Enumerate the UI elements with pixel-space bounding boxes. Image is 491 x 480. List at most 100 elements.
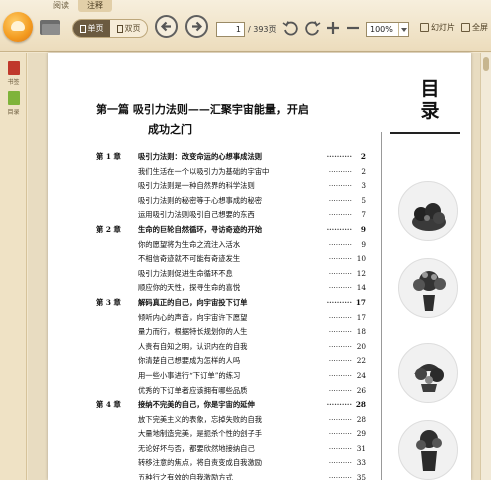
toc-leader-dots: ·········· <box>328 443 352 453</box>
toc-entry-title: 运用吸引力法则吸引自己想要的东西 <box>138 210 255 220</box>
sidebar-item-bookmarks[interactable]: 书签 <box>3 59 24 89</box>
toc-section-row[interactable]: 吸引力法则促进生命循环不息 ·········· 12 <box>96 267 366 282</box>
rotate-left-icon[interactable] <box>282 20 298 36</box>
toc-page-number: 17 <box>356 312 366 322</box>
zoom-value: 100% <box>370 25 393 34</box>
toc-leader-dots: ·········· <box>326 297 352 307</box>
page-number-input[interactable]: 1 <box>216 22 245 37</box>
fullscreen-icon <box>461 23 470 32</box>
toc-section-row[interactable]: 五种行之有效的自我激励方式 ·········· 35 <box>96 471 366 480</box>
toc-entry-title: 五种行之有效的自我激励方式 <box>138 473 233 480</box>
toc-section-row[interactable]: 优秀的下订单者应该拥有哪些品质 ·········· 26 <box>96 384 366 399</box>
toc-icon <box>7 91 20 105</box>
toc-entry-title: 吸引力法则促进生命循环不息 <box>138 268 233 278</box>
toc-section-row[interactable]: 吸引力法则是一种自然界的科学法则 ·········· 3 <box>96 179 366 194</box>
toc-chapter-row[interactable]: 第 3 章 解码真正的自己，向宇宙投下订单 ·········· 17 <box>96 296 366 311</box>
single-page-button[interactable]: 单页 <box>73 20 110 37</box>
toc-section-row[interactable]: 不相信奇迹就不可能有奇迹发生 ·········· 10 <box>96 252 366 267</box>
toc-chapter-number: 第 2 章 <box>96 224 121 234</box>
plant-illustration <box>398 420 458 480</box>
app-logo-icon[interactable] <box>3 12 33 42</box>
double-page-button[interactable]: 双页 <box>110 20 147 37</box>
toc-entry-title: 不相信奇迹就不可能有奇迹发生 <box>138 254 241 264</box>
toc-section-row[interactable]: 我们生活在一个以吸引力为基础的宇宙中 ·········· 2 <box>96 165 366 180</box>
toc-section-row[interactable]: 你的愿望将为生命之流注入活水 ·········· 9 <box>96 238 366 253</box>
toc-page-number: 28 <box>356 414 366 424</box>
toc-leader-dots: ·········· <box>328 195 352 205</box>
toc-leader-dots: ·········· <box>328 181 352 191</box>
plant-illustration <box>398 258 458 318</box>
toc-section-row[interactable]: 无论好坏与否，都要欣然地接纳自己 ·········· 31 <box>96 442 366 457</box>
part-title: 第一篇 吸引力法则——汇聚宇宙能量，开启 成功之门 <box>96 100 396 140</box>
toc-section-row[interactable]: 转移注意的焦点，将自责变成自我激励 ·········· 33 <box>96 456 366 471</box>
tab-read[interactable]: 阅读 <box>44 0 78 12</box>
toc-entry-title: 大量地制造完美，是扼杀个性的刽子手 <box>138 429 263 439</box>
fullscreen-label: 全屏 <box>472 23 488 32</box>
toc-page-number: 26 <box>356 385 366 395</box>
toc-entry-title: 人贵有自知之明，认识内在的自我 <box>138 341 248 351</box>
toc-section-row[interactable]: 顺应你的天性，探寻生命的喜悦 ·········· 14 <box>96 281 366 296</box>
toc-leader-dots: ·········· <box>328 166 352 176</box>
toc-page-number: 33 <box>356 458 366 468</box>
toc-section-row[interactable]: 用一些小事进行“下订单”的练习 ·········· 24 <box>96 369 366 384</box>
toc-section-row[interactable]: 放下完美主义的表象，忘掉失败的自我 ·········· 28 <box>96 413 366 428</box>
toc-entry-title: 倾听内心的声音，向宇宙许下愿望 <box>138 312 248 322</box>
toc-chapter-row[interactable]: 第 2 章 生命的巨轮自然循环，寻访奇迹的开始 ·········· 9 <box>96 223 366 238</box>
toc-page-number: 17 <box>355 297 366 307</box>
previous-page-button[interactable] <box>155 15 178 38</box>
toc-page-number: 10 <box>356 254 366 264</box>
toc-leader-dots: ·········· <box>328 239 352 249</box>
toc-leader-dots: ·········· <box>328 473 352 480</box>
sidebar-item-toc[interactable]: 目录 <box>3 89 24 119</box>
toc-section-row[interactable]: 量力而行，根据特长规划你的人生 ·········· 18 <box>96 325 366 340</box>
view-mode-toggle: 单页 双页 <box>72 19 148 38</box>
contents-heading-char: 目 <box>420 78 440 100</box>
toc-section-row[interactable]: 大量地制造完美，是扼杀个性的刽子手 ·········· 29 <box>96 427 366 442</box>
tab-annotate[interactable]: 注释 <box>78 0 112 12</box>
toc-entry-title: 你清楚自己想要成为怎样的人吗 <box>138 356 241 366</box>
slideshow-label: 幻灯片 <box>431 23 455 32</box>
toc-leader-dots: ·········· <box>326 400 352 410</box>
mode-tabs: 阅读 注释 <box>44 0 112 12</box>
toc-leader-dots: ·········· <box>328 429 352 439</box>
document-viewport[interactable]: 第一篇 吸引力法则——汇聚宇宙能量，开启 成功之门 目 录 第 1 章吸引力法则… <box>28 53 480 480</box>
document-page: 第一篇 吸引力法则——汇聚宇宙能量，开启 成功之门 目 录 第 1 章吸引力法则… <box>48 53 471 480</box>
rotate-right-icon[interactable] <box>305 20 321 36</box>
vertical-scrollbar[interactable] <box>480 53 491 480</box>
toc-leader-dots: ·········· <box>328 356 352 366</box>
sidebar-item-label: 书签 <box>7 79 20 86</box>
part-title-line2: 成功之门 <box>148 123 192 136</box>
left-sidebar: 书签 目录 <box>0 53 27 480</box>
toc-section-row[interactable]: 运用吸引力法则吸引自己想要的东西 ·········· 7 <box>96 208 366 223</box>
toc-chapter-row[interactable]: 第 4 章 接纳不完美的自己，你是宇宙的延伸 ·········· 28 <box>96 398 366 413</box>
zoom-select[interactable]: 100% <box>366 22 409 37</box>
toc-entry-title: 量力而行，根据特长规划你的人生 <box>138 327 248 337</box>
toc-section-row[interactable]: 倾听内心的声音，向宇宙许下愿望 ·········· 17 <box>96 311 366 326</box>
open-folder-icon[interactable] <box>40 18 62 36</box>
toc-page-number: 9 <box>360 224 366 234</box>
toc-entry-title: 吸引力法则的秘密等于心想事成的秘密 <box>138 195 263 205</box>
toc-section-row[interactable]: 人贵有自知之明，认识内在的自我 ·········· 20 <box>96 340 366 355</box>
toc-leader-dots: ·········· <box>328 210 352 220</box>
toc-leader-dots: ·········· <box>328 327 352 337</box>
toc-entry-title: 我们生活在一个以吸引力为基础的宇宙中 <box>138 166 270 176</box>
fullscreen-button[interactable]: 全屏 <box>461 22 488 33</box>
scrollbar-thumb[interactable] <box>483 57 489 71</box>
zoom-in-icon[interactable] <box>325 20 341 36</box>
toc-chapter-row[interactable]: 第 1 章 吸引力法则：改变命运的心想事成法则 ·········· 2 <box>96 150 366 165</box>
toc-leader-dots: ·········· <box>328 341 352 351</box>
toc-entry-title: 生命的巨轮自然循环，寻访奇迹的开始 <box>138 224 263 234</box>
slideshow-button[interactable]: 幻灯片 <box>420 22 455 33</box>
toc-entry-title: 顺应你的天性，探寻生命的喜悦 <box>138 283 241 293</box>
toc-section-row[interactable]: 吸引力法则的秘密等于心想事成的秘密 ·········· 5 <box>96 194 366 209</box>
toc-entry-title: 转移注意的焦点，将自责变成自我激励 <box>138 458 263 468</box>
toc-entry-title: 接纳不完美的自己，你是宇宙的延伸 <box>138 400 255 410</box>
toc-entry-title: 你的愿望将为生命之流注入活水 <box>138 239 241 249</box>
toc-page-number: 24 <box>356 370 366 380</box>
column-divider <box>381 132 382 480</box>
toc-section-row[interactable]: 你清楚自己想要成为怎样的人吗 ·········· 22 <box>96 354 366 369</box>
zoom-out-icon[interactable] <box>345 20 361 36</box>
plant-illustration <box>398 343 458 403</box>
chevron-down-icon <box>398 23 408 36</box>
next-page-button[interactable] <box>185 15 208 38</box>
